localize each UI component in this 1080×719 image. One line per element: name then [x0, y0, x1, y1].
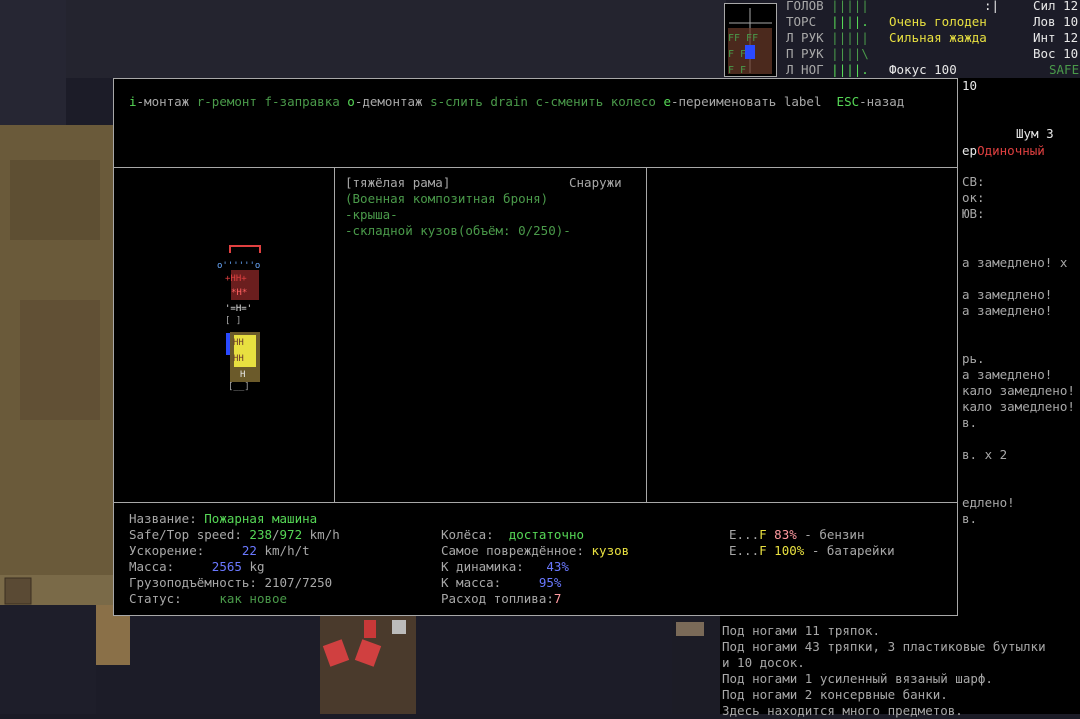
svg-text:+HH+: +HH+ — [225, 274, 247, 284]
hud-morale: :| — [984, 0, 1000, 13]
hud-hunger: Очень голоден — [889, 14, 987, 29]
divider — [334, 167, 335, 503]
hud-larm: Л РУК ||||| — [786, 30, 869, 45]
key-siphon[interactable]: s-слить — [430, 94, 483, 109]
log-line: Под ногами 11 тряпок. — [722, 623, 881, 638]
key-refill[interactable]: f-заправка — [265, 94, 340, 109]
stat-damaged: Самое повреждённое: кузов — [441, 543, 630, 558]
key-remove[interactable]: o-демонтаж — [347, 94, 422, 109]
stat-status: Статус: как новое — [129, 591, 288, 606]
svg-text:F F: F F — [728, 65, 746, 76]
hud-focus: Фокус 100 — [889, 62, 957, 77]
log-line: Под ногами 1 усиленный вязаный шарф. — [722, 671, 993, 686]
svg-text:HH: HH — [233, 354, 244, 364]
gauge-gasoline: E...F 83% - бензин — [729, 527, 865, 542]
key-repair[interactable]: r-ремонт — [197, 94, 257, 109]
compass-se: ЮВ: — [962, 206, 985, 221]
compass-e: ок: — [962, 190, 985, 205]
keybind-bar: i-монтаж r-ремонт f-заправка o-демонтаж … — [129, 94, 904, 110]
divider — [646, 167, 647, 503]
gauge-battery: E...F 100% - батарейки — [729, 543, 895, 558]
vehicle-panel: i-монтаж r-ремонт f-заправка o-демонтаж … — [113, 78, 958, 616]
hud-ten: 10 — [962, 78, 978, 93]
svg-text:H: H — [240, 370, 245, 380]
effect-line: кало замедлено! — [962, 399, 1075, 414]
log-line: Под ногами 43 тряпки, 3 пластиковые буты… — [722, 639, 1046, 654]
mode-label: ерОдиночный — [962, 143, 1045, 158]
effect-line: а замедлено! — [962, 303, 1053, 318]
log-line: и 10 досок. — [722, 655, 805, 670]
svg-text:o''''''o: o''''''o — [217, 261, 260, 271]
hud-safe: SAFE — [1049, 62, 1080, 77]
hud-lleg: Л НОГ ||||. — [786, 62, 869, 77]
svg-text:FF FF: FF FF — [728, 33, 758, 44]
effect-line: в. x 2 — [962, 447, 1008, 462]
stat-wheels: Колёса: достаточно — [441, 527, 585, 542]
svg-text:F F: F F — [728, 49, 746, 60]
player-body-icon: FF FF F F F F — [724, 3, 777, 77]
part-armor[interactable]: (Военная композитная броня) — [345, 191, 548, 207]
stat-cargo: Грузоподъёмность: 2107/7250 — [129, 575, 333, 590]
log-line: Здесь находится много предметов. — [722, 703, 963, 718]
svg-text:[__]: [__] — [228, 382, 250, 392]
svg-text:*H*: *H* — [231, 288, 247, 298]
hud-torso: ТОРС ||||. — [786, 14, 869, 29]
hud-int: Инт 12 — [1033, 30, 1079, 45]
noise-label: Шум 3 — [1016, 126, 1054, 141]
effect-line: едлено! — [962, 495, 1015, 510]
effect-line: в. — [962, 511, 978, 526]
svg-text:HH: HH — [233, 338, 244, 348]
log-line: Под ногами 2 консервные банки. — [722, 687, 948, 702]
hud-thirst: Сильная жажда — [889, 30, 987, 45]
compass-ne: СВ: — [962, 174, 985, 189]
part-location: Снаружи — [569, 175, 622, 190]
svg-text:[ ]: [ ] — [225, 316, 241, 326]
key-rename[interactable]: e-переименовать label — [663, 94, 821, 109]
stat-kmass: К масса: 95% — [441, 575, 562, 590]
part-roof[interactable]: -крыша- — [345, 207, 398, 223]
effect-line: в. — [962, 415, 978, 430]
part-frame[interactable]: [тяжёлая рама] — [345, 175, 450, 191]
effect-line: рь. — [962, 351, 985, 366]
key-drain[interactable]: drain — [490, 94, 528, 109]
hud-str: Сил 12 — [1033, 0, 1079, 13]
effect-line: а замедлено! — [962, 287, 1053, 302]
hud-head: ГОЛОВ ||||| — [786, 0, 869, 13]
hud-per: Вос 10 — [1033, 46, 1079, 61]
stat-fuel-use: Расход топлива:7 — [441, 591, 562, 606]
stat-mass: Масса: 2565 kg — [129, 559, 265, 574]
effect-line: а замедлено! — [962, 367, 1053, 382]
effect-line: а замедлено! x — [962, 255, 1068, 270]
divider — [114, 502, 957, 503]
hud-dex: Лов 10 — [1033, 14, 1079, 29]
hud-rarm: П РУК ||||\ — [786, 46, 869, 61]
key-change-wheel[interactable]: c-сменить колесо — [535, 94, 655, 109]
effect-line: кало замедлено! — [962, 383, 1075, 398]
stat-dynamics: К динамика: 43% — [441, 559, 569, 574]
part-box[interactable]: -складной кузов(объём: 0/250)- — [345, 223, 571, 239]
stat-name: Название: Пожарная машина — [129, 511, 318, 526]
key-back[interactable]: ESC-назад — [837, 94, 905, 109]
stat-speed: Safe/Top speed: 238/972 km/h — [129, 527, 340, 542]
key-install[interactable]: i-монтаж — [129, 94, 189, 109]
stat-accel: Ускорение: 22 km/h/t — [129, 543, 310, 558]
divider — [114, 167, 957, 168]
svg-text:'=H=': '=H=' — [225, 304, 252, 314]
vehicle-schematic[interactable]: o''''''o +HH+ *H* '=H=' [ ] HH HH H [__] — [214, 239, 276, 395]
